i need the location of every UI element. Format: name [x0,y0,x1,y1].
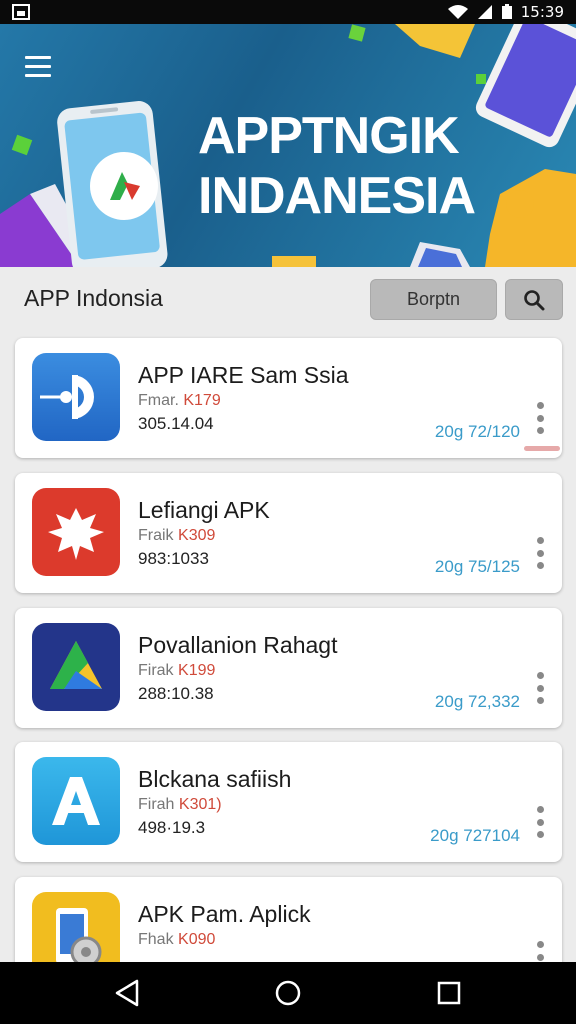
app-meta-label: Firak [138,662,174,679]
app-rating: 20g 72,332 [434,692,520,711]
app-rating: 20g 727104 [430,826,520,845]
app-card-4[interactable]: Blckana safiish Firah K301) 498·19.3 20g… [15,742,562,862]
app-meta: Fmar. K179 [138,392,221,410]
app-meta-label: Firah [138,796,175,813]
vertical-dots-icon [536,537,544,544]
app-meta: Firah K301) [138,796,222,814]
recents-square-icon[interactable] [432,976,466,1010]
app-price: K199 [178,662,216,679]
app-name: APK Pam. Aplick [138,901,311,927]
battery-icon [501,4,512,19]
download-progress-indicator [524,446,560,451]
page-title: APP Indonsia [24,285,163,311]
app-meta: Fraik K309 [138,527,215,545]
status-right: 15:39 [447,3,564,21]
app-size: 983:1033 [138,549,209,568]
hamburger-menu-line [25,64,51,68]
hamburger-menu-line [25,73,51,77]
hamburger-menu-icon [25,55,51,59]
app-price: K301) [178,796,222,813]
app-card-3[interactable]: Povallanion Rahagt Firak K199 288:10.38 … [15,608,562,728]
dot [536,831,544,838]
app-icon-1 [32,353,120,441]
app-price: K179 [183,392,221,409]
app-icon-3 [32,623,120,711]
letter-a-icon [52,777,100,825]
red-eagle-icon [48,508,104,560]
triangle-logo-icon [50,641,102,689]
search-icon [524,289,545,310]
app-size: 498·19.3 [138,818,206,837]
vertical-dots-icon [536,806,544,813]
app-price: K090 [178,931,216,948]
app-name: APP IARE Sam Ssia [138,362,349,388]
app-icon-4 [32,757,120,845]
hero-title-line2: INDANESIA [198,167,476,225]
back-triangle-icon[interactable] [111,976,145,1010]
dot [536,697,544,704]
dot [536,684,544,692]
app-card-2[interactable]: Lefiangi APK Fraik K309 983:1033 20g 75/… [15,473,562,593]
app-meta: Fhak K090 [138,931,215,949]
system-nav-bar [0,962,576,1024]
app-icon-2 [32,488,120,576]
app-rating: 20g 75/125 [434,557,520,576]
app-size: 305.14.04 [138,414,214,433]
status-left [12,4,30,20]
app-name: Povallanion Rahagt [138,632,338,658]
vertical-dots-icon [536,402,544,409]
more-options-button[interactable] [536,537,544,569]
app-meta: Firak K199 [138,662,215,680]
dot [536,818,544,826]
hero-banner: APPTNGIK INDANESIA [0,24,576,267]
vertical-dots-icon [536,941,544,948]
app-meta-label: Fhak [138,931,174,948]
wifi-icon [447,5,468,19]
status-time: 15:39 [520,3,564,21]
dot [536,414,544,422]
vertical-dots-icon [536,672,544,679]
menu-button[interactable] [18,46,58,86]
app-meta-label: Fraik [138,527,174,544]
notification-icon [12,4,30,20]
dot [536,562,544,569]
toolbar: APP Indonsia Borptn [0,267,576,331]
dot [536,953,544,961]
app-meta-label: Fmar. [138,392,179,409]
more-options-button[interactable] [536,402,544,434]
toolbar-button[interactable]: Borptn [370,279,497,320]
app-card-1[interactable]: APP IARE Sam Ssia Fmar. K179 305.14.04 2… [15,338,562,458]
search-button[interactable] [505,279,563,320]
more-options-button[interactable] [536,806,544,838]
app-price: K309 [178,527,216,544]
app-name: Blckana safiish [138,766,292,792]
hero-title-line1: APPTNGIK [198,107,460,165]
hero-title: APPTNGIK INDANESIA [198,106,476,226]
dot [536,427,544,434]
signal-icon [477,5,492,19]
status-bar: 15:39 [0,0,576,24]
app-size: 288:10.38 [138,684,214,703]
app-rating: 20g 72/120 [434,422,520,441]
blue-d-icon [40,375,94,419]
home-circle-icon[interactable] [271,976,305,1010]
dot [536,549,544,557]
more-options-button[interactable] [536,672,544,704]
app-name: Lefiangi APK [138,497,270,523]
